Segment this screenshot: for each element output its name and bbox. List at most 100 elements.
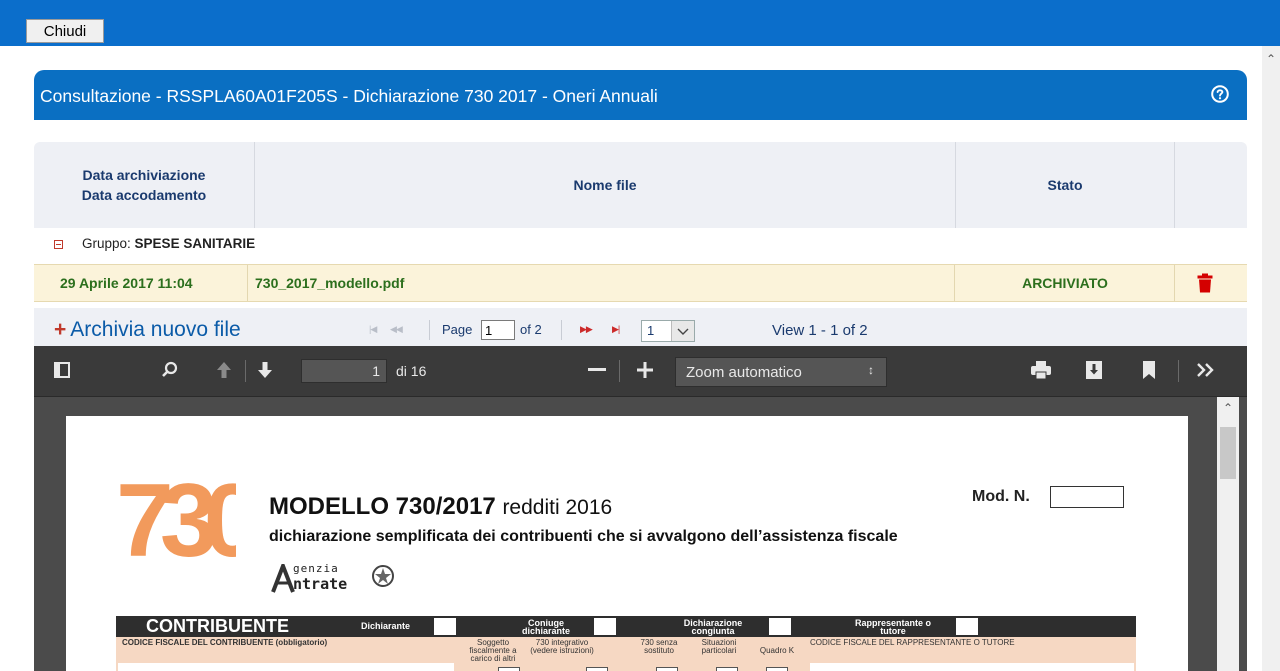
add-file-link[interactable]: + Archivia nuovo file [54, 318, 241, 342]
scroll-up-icon[interactable]: ⌃ [1266, 53, 1276, 65]
row-status: ARCHIVIATO [956, 265, 1175, 301]
search-icon[interactable] [161, 361, 179, 379]
tools-icon[interactable] [1197, 363, 1215, 377]
page-label: Page [442, 322, 473, 337]
view-count: View 1 - 1 of 2 [772, 322, 868, 339]
group-row[interactable]: Gruppo: SPESE SANITARIE [34, 228, 1247, 264]
field-integrativo-label: 730 integrativo (vedere istruzioni) [530, 638, 594, 655]
next-page-icon[interactable] [256, 361, 274, 379]
role-coniuge: Coniuge dichiarante [521, 618, 570, 636]
pdf-page: 730 MODELLO 730/2017 redditi 2016 dichia… [66, 416, 1188, 671]
page-scrollbar[interactable]: ⌃ [1262, 46, 1280, 671]
field-integrativo-box [586, 667, 608, 671]
bookmark-icon[interactable] [1143, 361, 1155, 379]
page-number-input[interactable] [301, 359, 387, 383]
add-file-label: Archivia nuovo file [70, 318, 241, 341]
table-header: Data archiviazione Data accodamento Nome … [34, 142, 1247, 228]
zoom-out-icon[interactable] [588, 368, 606, 372]
zoom-select[interactable]: Zoom automatico ↕ [675, 357, 887, 387]
collapse-icon[interactable] [54, 240, 63, 249]
group-name: SPESE SANITARIE [134, 236, 256, 251]
field-situazioni-box [716, 667, 738, 671]
zoom-value: Zoom automatico [686, 364, 802, 381]
toolbar-divider [1178, 360, 1179, 382]
agenzia-entrate-logo: genzia ntrate [271, 560, 401, 596]
group-prefix: Gruppo: [82, 236, 131, 251]
field-senza-box [656, 667, 678, 671]
scrollbar-thumb[interactable] [1220, 427, 1236, 479]
header-date-line2: Data accodamento [81, 187, 207, 203]
plus-icon: + [54, 318, 67, 341]
modello-730-logo: 730 [116, 463, 236, 568]
header-date-line1: Data archiviazione [82, 167, 206, 183]
top-bar: Chiudi [0, 0, 1280, 46]
page-title: Consultazione - RSSPLA60A01F205S - Dichi… [40, 86, 658, 106]
print-icon[interactable] [1031, 361, 1051, 379]
page-input[interactable] [481, 320, 515, 340]
row-file-link[interactable]: 730_2017_modello.pdf [249, 265, 955, 301]
column-header-date[interactable]: Data archiviazione Data accodamento [34, 142, 255, 228]
page-of-label: of 2 [520, 322, 542, 337]
updown-arrows-icon: ↕ [868, 363, 874, 377]
page-count: di 16 [396, 363, 427, 379]
pager-row: +Archivia nuovo file |◀ ◀◀ Page of 2 ▶▶ … [34, 308, 1247, 346]
panel-header: Consultazione - RSSPLA60A01F205S - Dichi… [34, 70, 1247, 120]
role-coniuge-box [594, 618, 616, 635]
first-page-icon[interactable]: |◀ [369, 324, 377, 335]
pager-divider [561, 320, 562, 340]
field-quadro-k-box [766, 667, 788, 671]
document-title-main: MODELLO 730/2017 [269, 493, 496, 520]
toolbar-divider [619, 360, 620, 382]
pdf-scrollbar[interactable]: ⌃ [1217, 397, 1239, 671]
last-page-icon[interactable]: ▶| [612, 324, 620, 335]
previous-page-icon[interactable] [215, 361, 233, 379]
pager-divider [429, 320, 430, 340]
mod-number-label: Mod. N. [972, 488, 1030, 505]
contribuente-header: CONTRIBUENTE Dichiarante Coniuge dichiar… [116, 616, 1136, 637]
field-situazioni-label: Situazioni particolari [701, 638, 737, 655]
field-cf [118, 663, 454, 671]
republic-emblem-icon [372, 565, 394, 587]
column-header-status[interactable]: Stato [956, 142, 1175, 228]
role-congiunta-box [769, 618, 791, 635]
column-header-file[interactable]: Nome file [255, 142, 956, 228]
field-rep-cf-label: CODICE FISCALE DEL RAPPRESENTANTE O TUTO… [810, 638, 1015, 647]
close-button[interactable]: Chiudi [26, 19, 104, 43]
role-congiunta: Dichiarazione congiunta [683, 618, 743, 636]
scroll-up-icon[interactable]: ⌃ [1223, 401, 1233, 415]
document-title: MODELLO 730/2017 redditi 2016 [269, 493, 612, 521]
field-quadro-k-label: Quadro K [759, 646, 795, 655]
chevron-down-icon[interactable] [671, 321, 694, 341]
pdf-toolbar: di 16 Zoom automatico ↕ [34, 346, 1247, 397]
field-rep-cf [810, 663, 1134, 671]
pdf-content-area[interactable]: 730 MODELLO 730/2017 redditi 2016 dichia… [34, 397, 1247, 671]
section-title: CONTRIBUENTE [146, 616, 289, 636]
agency-letter-icon [271, 564, 295, 593]
field-soggetto-label: Soggetto fiscalmente a carico di altri [469, 638, 517, 663]
role-rappresentante-box [956, 618, 978, 635]
zoom-in-icon[interactable] [637, 362, 653, 378]
next-page-icon[interactable]: ▶▶ [580, 324, 593, 335]
trash-icon[interactable] [1197, 273, 1213, 293]
contribuente-fields: CODICE FISCALE DEL CONTRIBUENTE (obbliga… [116, 637, 1136, 671]
group-label: Gruppo: SPESE SANITARIE [82, 236, 255, 251]
download-icon[interactable] [1086, 361, 1102, 379]
mod-number-field [1050, 486, 1124, 508]
document-title-sub: redditi 2016 [502, 496, 613, 519]
row-date: 29 Aprile 2017 11:04 [34, 265, 248, 301]
toolbar-divider [245, 360, 246, 382]
rows-per-page-select[interactable]: 1 [641, 320, 695, 342]
rows-per-page-value: 1 [647, 323, 655, 338]
pdf-viewer: di 16 Zoom automatico ↕ 730 [34, 346, 1247, 671]
previous-page-icon[interactable]: ◀◀ [390, 324, 403, 335]
help-icon[interactable] [1211, 85, 1229, 103]
role-rappresentante: Rappresentante o tutore [854, 618, 932, 636]
table-row[interactable]: 29 Aprile 2017 11:04 730_2017_modello.pd… [34, 264, 1247, 302]
sidebar-toggle-icon[interactable] [54, 362, 70, 378]
role-dichiarante-box [434, 618, 456, 635]
document-subtitle: dichiarazione semplificata dei contribue… [269, 528, 898, 545]
agency-line2: ntrate [293, 575, 348, 593]
logo-text: 730 [116, 463, 236, 568]
field-cf-label: CODICE FISCALE DEL CONTRIBUENTE (obbliga… [122, 638, 328, 647]
agency-line1: genzia [293, 562, 339, 575]
